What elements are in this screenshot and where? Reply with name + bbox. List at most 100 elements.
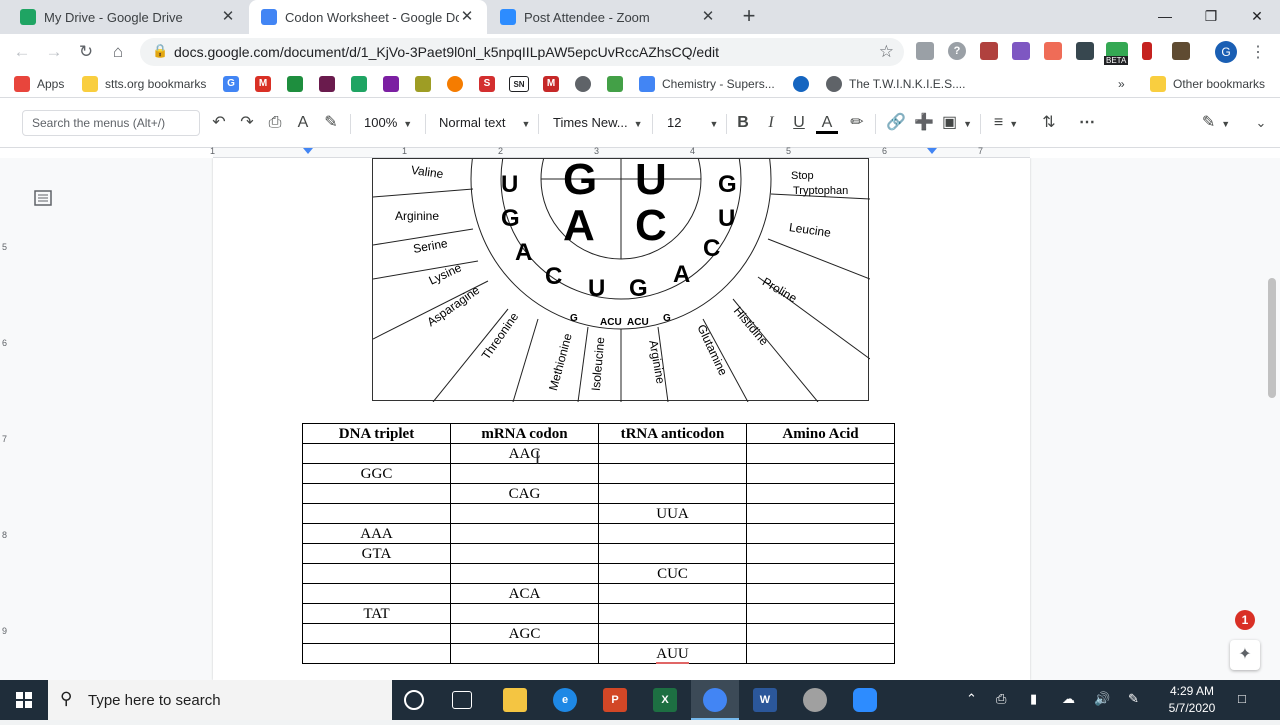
- home-icon[interactable]: ⌂: [106, 40, 130, 64]
- underline-button[interactable]: U: [788, 112, 810, 134]
- table-cell[interactable]: [302, 503, 451, 524]
- table-cell[interactable]: [302, 643, 451, 664]
- bookmark-s[interactable]: S: [479, 76, 495, 92]
- bookmark-drive[interactable]: [351, 76, 367, 92]
- table-cell[interactable]: [598, 583, 747, 604]
- close-icon[interactable]: ✕: [700, 9, 716, 25]
- column-header[interactable]: DNA triplet: [302, 423, 451, 444]
- zoom-select[interactable]: 100% ▼: [364, 112, 412, 134]
- bookmark-pear[interactable]: [415, 76, 431, 92]
- codon-wheel-image[interactable]: G U A C U G A C U G A C U G Valine Argin…: [372, 158, 870, 402]
- document-outline-icon[interactable]: [34, 190, 52, 206]
- spellcheck-icon[interactable]: A: [292, 112, 314, 134]
- table-cell[interactable]: [746, 463, 895, 484]
- table-cell[interactable]: [746, 563, 895, 584]
- reload-icon[interactable]: ↻: [74, 40, 98, 64]
- bookmark-apps[interactable]: Apps: [14, 76, 64, 92]
- printer-tray-icon[interactable]: ⎙: [996, 691, 1006, 707]
- table-cell[interactable]: [598, 443, 747, 464]
- edge-icon[interactable]: e: [553, 688, 577, 712]
- table-cell[interactable]: UUA: [598, 503, 747, 524]
- bookmark-sn[interactable]: SN: [509, 76, 529, 92]
- pen-icon[interactable]: ✎: [1128, 691, 1139, 707]
- table-cell[interactable]: [302, 443, 451, 464]
- bookmark-earth[interactable]: [793, 76, 809, 92]
- font-select[interactable]: Times New... ▼: [553, 112, 643, 134]
- bookmark-chemistry[interactable]: Chemistry - Supers...: [639, 76, 775, 92]
- tab-google-drive[interactable]: My Drive - Google Drive ✕: [8, 0, 248, 34]
- redo-icon[interactable]: ↷: [236, 112, 258, 134]
- column-header[interactable]: mRNA codon: [450, 423, 599, 444]
- notification-badge[interactable]: 1: [1235, 610, 1255, 630]
- highlight-icon[interactable]: ✏: [846, 112, 868, 134]
- text-color-button[interactable]: A: [816, 112, 838, 134]
- table-cell[interactable]: [450, 543, 599, 564]
- pin-extension-icon[interactable]: [1076, 42, 1094, 60]
- table-cell[interactable]: TAT: [302, 603, 451, 624]
- bookmark-star-icon[interactable]: ☆: [879, 42, 894, 62]
- codon-table[interactable]: DNA triplet mRNA codon tRNA anticodon Am…: [302, 423, 895, 664]
- chrome-icon[interactable]: [703, 688, 727, 712]
- zoom-icon[interactable]: [853, 688, 877, 712]
- avatar[interactable]: G: [1215, 41, 1237, 63]
- table-cell[interactable]: [746, 583, 895, 604]
- table-cell[interactable]: [598, 543, 747, 564]
- action-center-icon[interactable]: □: [1238, 691, 1246, 706]
- new-tab-button[interactable]: +: [737, 5, 761, 29]
- table-cell[interactable]: [450, 463, 599, 484]
- word-icon[interactable]: W: [753, 688, 777, 712]
- tab-zoom[interactable]: Post Attendee - Zoom ✕: [488, 0, 728, 34]
- window-close-icon[interactable]: ✕: [1234, 0, 1280, 32]
- chrome-menu-icon[interactable]: ⋮: [1250, 42, 1266, 62]
- table-cell[interactable]: AGC: [450, 623, 599, 644]
- table-cell[interactable]: [302, 483, 451, 504]
- chevron-up-icon[interactable]: ⌃: [966, 691, 977, 707]
- image-icon[interactable]: ▣ ▼: [941, 112, 973, 134]
- table-cell[interactable]: [598, 463, 747, 484]
- bookmark-hat[interactable]: [607, 76, 623, 92]
- taskbar-search-input[interactable]: ⚲ Type here to search: [48, 680, 392, 720]
- table-cell[interactable]: [598, 603, 747, 624]
- powerpoint-icon[interactable]: P: [603, 688, 627, 712]
- bookmark-twinkies[interactable]: The T.W.I.N.K.I.E.S....: [826, 76, 965, 92]
- explore-icon[interactable]: ✦: [1230, 640, 1260, 670]
- scissors-extension-icon[interactable]: [980, 42, 998, 60]
- table-cell[interactable]: [302, 623, 451, 644]
- battery-icon[interactable]: ▮: [1030, 691, 1037, 707]
- restore-icon[interactable]: ❐: [1188, 0, 1234, 32]
- misspelled-word[interactable]: AUU: [656, 645, 689, 664]
- table-cell[interactable]: AAC: [450, 443, 599, 464]
- column-header[interactable]: tRNA anticodon: [598, 423, 747, 444]
- table-cell[interactable]: [450, 643, 599, 664]
- close-icon[interactable]: ✕: [459, 9, 475, 25]
- back-icon[interactable]: ←: [10, 40, 34, 64]
- table-cell[interactable]: [450, 523, 599, 544]
- table-cell[interactable]: [598, 483, 747, 504]
- bookmark-stts[interactable]: stts.org bookmarks: [82, 76, 206, 92]
- file-explorer-icon[interactable]: [503, 688, 527, 712]
- cortana-icon[interactable]: [404, 690, 424, 710]
- table-cell[interactable]: CAG: [450, 483, 599, 504]
- style-select[interactable]: Normal text ▼: [439, 112, 530, 134]
- table-cell[interactable]: [450, 603, 599, 624]
- table-cell[interactable]: [746, 483, 895, 504]
- table-cell[interactable]: AUU: [598, 643, 747, 664]
- print-icon[interactable]: ⎙: [264, 112, 286, 134]
- tab-codon-worksheet[interactable]: Codon Worksheet - Google Docs ✕: [249, 0, 487, 34]
- collapse-icon[interactable]: ⌄: [1250, 112, 1272, 134]
- table-cell[interactable]: [746, 623, 895, 644]
- table-cell[interactable]: CUC: [598, 563, 747, 584]
- bookmark-classroom[interactable]: [287, 76, 303, 92]
- bookmark-orange[interactable]: [447, 76, 463, 92]
- bookmark-m[interactable]: M: [543, 76, 559, 92]
- bookmark-globe[interactable]: [575, 76, 591, 92]
- bookmark-site-a[interactable]: [319, 76, 335, 92]
- left-indent-handle[interactable]: [303, 148, 313, 154]
- line-spacing-icon[interactable]: ⇅: [1038, 112, 1060, 134]
- hypothesis-extension-icon[interactable]: [1172, 42, 1190, 60]
- table-cell[interactable]: [746, 503, 895, 524]
- bold-button[interactable]: B: [732, 112, 754, 134]
- table-cell[interactable]: [450, 503, 599, 524]
- search-menus-input[interactable]: Search the menus (Alt+/): [22, 110, 200, 136]
- table-cell[interactable]: [746, 643, 895, 664]
